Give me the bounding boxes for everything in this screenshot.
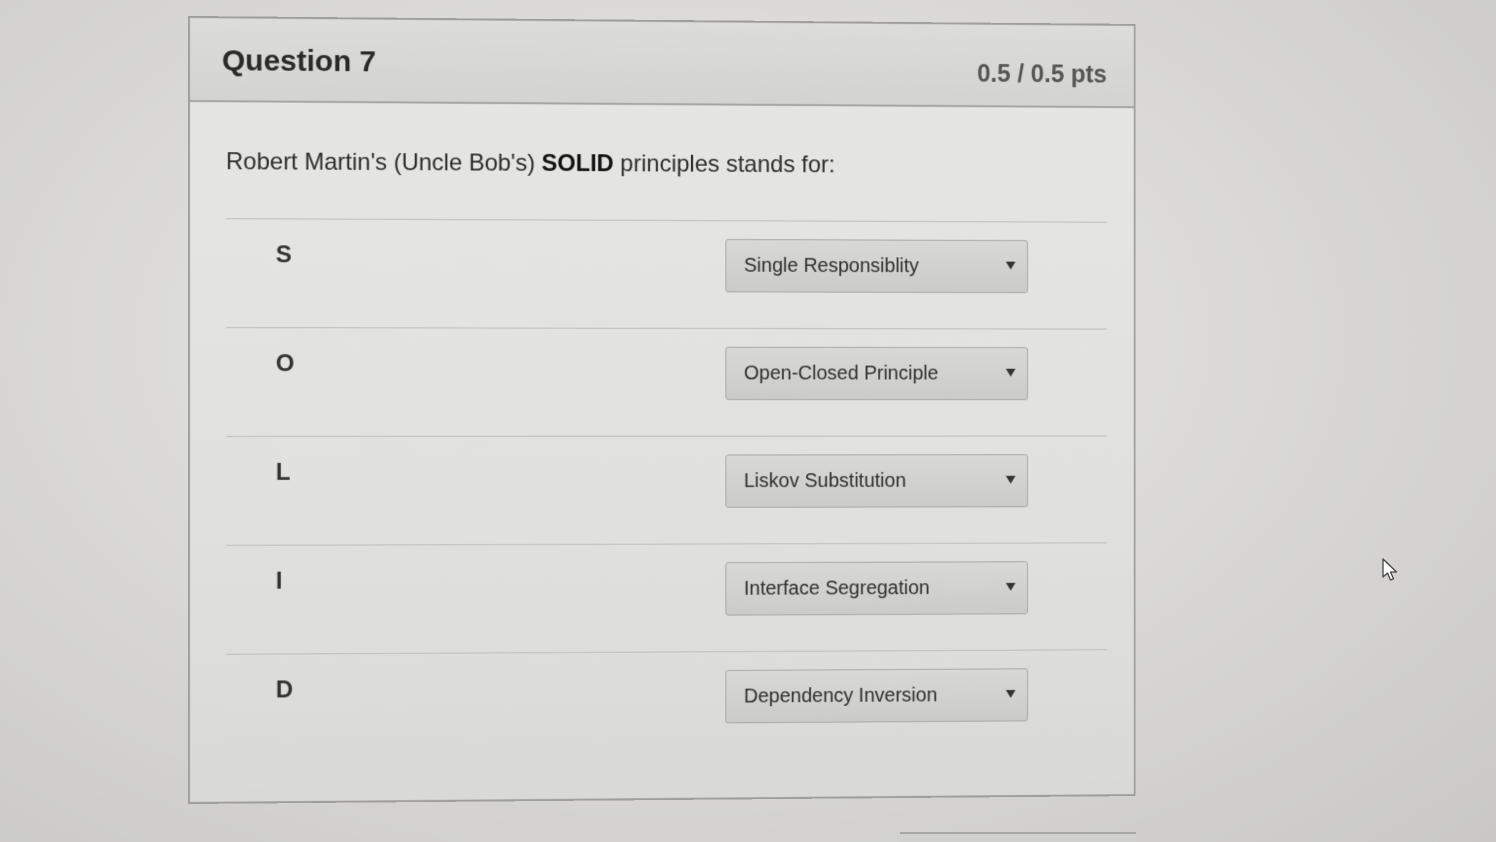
chevron-down-icon — [1005, 689, 1016, 698]
row-letter: D — [275, 676, 294, 704]
chevron-down-icon — [1005, 368, 1016, 377]
next-card-edge — [900, 832, 1136, 842]
row-letter: O — [275, 350, 295, 378]
question-card: Question 7 0.5 / 0.5 pts Robert Martin's… — [188, 16, 1136, 804]
question-header: Question 7 0.5 / 0.5 pts — [189, 18, 1134, 109]
matching-row-d: D Dependency Inversion — [225, 649, 1107, 763]
dropdown-selected-value: Interface Segregation — [743, 577, 930, 600]
row-letter: I — [275, 567, 283, 595]
prompt-text-bold: SOLID — [541, 149, 614, 178]
answer-dropdown-o[interactable]: Open-Closed Principle — [725, 346, 1029, 401]
chevron-down-icon — [1005, 475, 1016, 484]
answer-dropdown-i[interactable]: Interface Segregation — [725, 561, 1029, 616]
mouse-cursor-icon — [1382, 558, 1398, 581]
question-prompt: Robert Martin's (Uncle Bob's) SOLID prin… — [226, 148, 835, 179]
question-points: 0.5 / 0.5 pts — [977, 59, 1107, 89]
matching-row-o: O Open-Closed Principle — [225, 327, 1107, 436]
matching-row-l: L Liskov Substitution — [225, 435, 1107, 545]
row-letter: S — [275, 241, 292, 269]
dropdown-selected-value: Single Responsiblity — [743, 254, 919, 278]
answer-dropdown-d[interactable]: Dependency Inversion — [725, 668, 1029, 724]
prompt-text-prefix: Robert Martin's (Uncle Bob's) — [225, 148, 542, 177]
matching-row-s: S Single Responsiblity — [225, 218, 1107, 329]
matching-rows: S Single Responsiblity O Open-Closed Pri… — [225, 218, 1107, 763]
dropdown-selected-value: Dependency Inversion — [743, 684, 938, 708]
answer-dropdown-l[interactable]: Liskov Substitution — [725, 454, 1029, 508]
matching-row-i: I Interface Segregation — [225, 542, 1107, 654]
answer-dropdown-s[interactable]: Single Responsiblity — [725, 238, 1029, 294]
row-letter: L — [275, 458, 291, 486]
chevron-down-icon — [1005, 261, 1016, 270]
question-title: Question 7 — [221, 44, 377, 79]
dropdown-selected-value: Liskov Substitution — [743, 470, 907, 493]
chevron-down-icon — [1005, 582, 1016, 591]
dropdown-selected-value: Open-Closed Principle — [743, 362, 939, 385]
prompt-text-suffix: principles stands for: — [613, 150, 836, 179]
